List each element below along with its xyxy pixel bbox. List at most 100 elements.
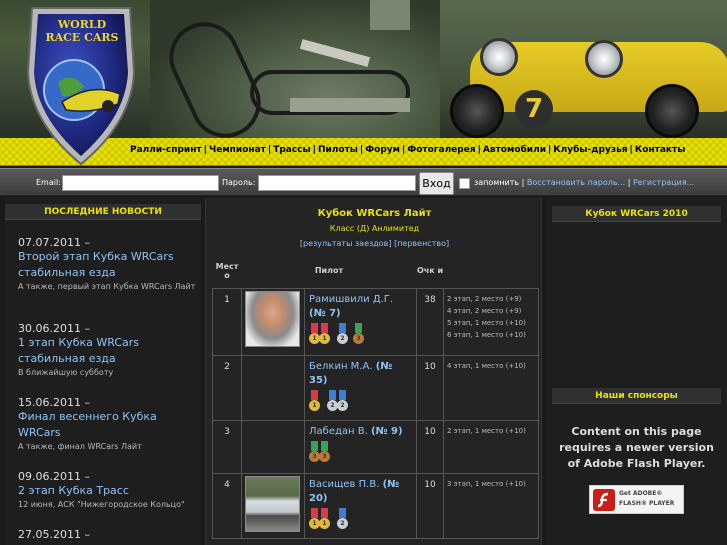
get-flash-player-button[interactable]: Get ADOBE® FLASH® PLAYER (589, 485, 684, 514)
flash-button-line2: FLASH® PLAYER (619, 500, 675, 507)
menu-item-contacts[interactable]: Контакты (635, 145, 686, 155)
restore-password-link[interactable]: Восстановить пароль... (527, 178, 625, 187)
bronze-medal-icon: 3 (353, 322, 364, 347)
place-cell: 1 (212, 287, 242, 356)
news-title-link[interactable]: 2 этап Кубка Трасс (18, 483, 198, 499)
news-title-link[interactable]: Финал весеннего Кубка WRCars (18, 409, 198, 441)
points-cell: 10 (416, 419, 444, 474)
sponsors-panel-title: Наши спонсоры (552, 388, 721, 404)
column-header-place: Мест о (212, 254, 242, 289)
right-sidebar: Кубок WRCars 2010 Наши спонсоры Content … (546, 198, 727, 545)
stage-result: 4 этап, 1 место (+10) (447, 361, 526, 370)
remember-checkbox[interactable] (459, 178, 470, 189)
stages-cell: 4 этап, 1 место (+10) (443, 354, 539, 421)
menu-item-tracks[interactable]: Трассы (273, 145, 310, 155)
place-cell: 2 (212, 354, 242, 421)
pilot-photo-cell (241, 419, 305, 474)
pilot-photo-cell (241, 287, 305, 356)
login-button[interactable]: Вход (419, 172, 454, 195)
menu-item-forum[interactable]: Форум (365, 145, 400, 155)
pilot-photo[interactable] (245, 290, 300, 347)
menu-item-cars[interactable]: Автомобили (483, 145, 546, 155)
place-cell: 3 (212, 419, 242, 474)
medals-row: 3 3 (309, 440, 412, 467)
pilot-name-link[interactable]: Васищев П.В. (309, 479, 379, 490)
points-cell: 10 (416, 472, 444, 539)
pilot-name-link[interactable]: Белкин М.А. (309, 361, 373, 372)
menu-separator: | (203, 145, 207, 155)
gold-medal-icon: 1 (309, 389, 320, 414)
news-item: 07.07.2011 – Второй этап Кубка WRCars ст… (18, 236, 198, 293)
menu-separator: | (477, 145, 481, 155)
news-title-link[interactable]: Второй этап Кубка WRCars стабильная езда (18, 249, 198, 281)
pilot-photo-cell (241, 472, 305, 539)
news-description: В ближайшую субботу (18, 368, 114, 377)
gold-medal-icon: 1 (319, 322, 330, 347)
silver-medal-icon: 2 (337, 322, 348, 347)
medals-row: 1 1 2 (309, 507, 412, 534)
race-car-photo (440, 0, 727, 138)
wrc2010-panel-title[interactable]: Кубок WRCars 2010 (552, 206, 721, 222)
pilot-cell: Васищев П.В. (№ 20) 1 1 2 (304, 472, 417, 539)
news-date: 07.07.2011 – (18, 236, 90, 249)
car-number-badge: 7 (515, 90, 553, 128)
menu-item-rally-sprint[interactable]: Ралли-спринт (130, 145, 202, 155)
news-description: 12 июня, АСК "Нижегородское Кольцо" (18, 500, 185, 509)
pilot-number[interactable]: (№ 7) (309, 308, 341, 319)
gold-medal-icon: 1 (319, 507, 330, 532)
news-panel-title: ПОСЛЕДНИЕ НОВОСТИ (5, 204, 201, 220)
news-description: А также, финал WRCars Лайт (18, 442, 142, 451)
standings-table: Мест о Пилот Очк и 1 Рамишвили Д.Г. (№ 7… (212, 254, 539, 539)
stage-result: 3 этап, 1 место (+10) (447, 479, 526, 488)
column-header-pilot: Пилот (241, 254, 417, 289)
news-item: 09.06.2011 – 2 этап Кубка Трасс 12 июня,… (18, 470, 198, 511)
email-input[interactable] (62, 175, 219, 191)
news-item: 30.06.2011 – 1 этап Кубка WRCars стабиль… (18, 322, 198, 379)
login-bar: Email: Пароль: Вход запомнить | Восстано… (0, 168, 727, 196)
stages-cell: 3 этап, 1 место (+10) (443, 472, 539, 539)
silver-medal-icon: 2 (337, 507, 348, 532)
stage-result: 5 этап, 1 место (+10) (447, 318, 526, 327)
news-title-link[interactable]: 1 этап Кубка WRCars стабильная езда (18, 335, 198, 367)
stages-cell: 2 этап, 2 место (+9) 4 этап, 2 место (+9… (443, 287, 539, 356)
pilot-car-photo[interactable] (245, 475, 300, 532)
menu-item-friend-clubs[interactable]: Клубы-друзья (553, 145, 627, 155)
password-input[interactable] (258, 175, 416, 191)
pilot-name-link[interactable]: Лабедан В. (309, 426, 368, 437)
link-separator: | (627, 178, 631, 187)
menu-separator: | (629, 145, 633, 155)
table-row: 4 Васищев П.В. (№ 20) 1 1 2 10 3 этап, 1… (212, 472, 539, 539)
pilot-number[interactable]: (№ 9) (371, 426, 403, 437)
stage-result: 4 этап, 2 место (+9) (447, 306, 522, 315)
site-logo[interactable]: WORLD RACE CARS (22, 2, 140, 167)
points-cell: 10 (416, 354, 444, 421)
main-menu: Ралли-спринт | Чемпионат | Трассы | Пилоты | Фор… (130, 145, 685, 155)
menu-item-photo-gallery[interactable]: Фотогалерея (407, 145, 475, 155)
password-label: Пароль: (222, 178, 256, 187)
news-description: А также, первый этап Кубка WRCars Лайт (18, 282, 196, 291)
remember-label: запомнить (474, 178, 520, 187)
results-link[interactable]: [результаты заездов] (300, 239, 392, 248)
medals-row: 1 1 2 3 (309, 322, 412, 349)
pilot-name-link[interactable]: Рамишвили Д.Г. (309, 294, 393, 305)
stage-result: 2 этап, 2 место (+9) (447, 294, 522, 303)
cup-class-label: Класс (Д) Анлимитед (329, 224, 420, 233)
news-date: 27.05.2011 – (18, 528, 90, 541)
adobe-flash-icon (593, 489, 615, 511)
track-aerial-photo (150, 0, 450, 140)
flash-required-message: Content on this page requires a newer ve… (559, 425, 714, 470)
news-date: 09.06.2011 – (18, 470, 90, 483)
link-separator: | (521, 178, 525, 187)
stages-cell: 2 этап, 1 место (+10) (443, 419, 539, 474)
menu-item-championship[interactable]: Чемпионат (209, 145, 266, 155)
pilot-cell: Белкин М.А. (№ 35) 1 2 2 (304, 354, 417, 421)
news-column: ПОСЛЕДНИЕ НОВОСТИ 07.07.2011 – Второй эт… (5, 198, 201, 545)
register-link[interactable]: Регистрация... (633, 178, 694, 187)
championship-link[interactable]: [первенство] (394, 239, 449, 248)
menu-item-pilots[interactable]: Пилоты (318, 145, 358, 155)
table-row: 2 Белкин М.А. (№ 35) 1 2 2 10 4 этап, 1 … (212, 354, 539, 421)
pilot-cell: Лабедан В. (№ 9) 3 3 (304, 419, 417, 474)
points-cell: 38 (416, 287, 444, 356)
pilot-photo-cell (241, 354, 305, 421)
bronze-medal-icon: 3 (319, 440, 330, 465)
